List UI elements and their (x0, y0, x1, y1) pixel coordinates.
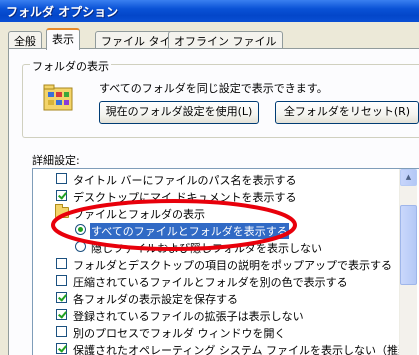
tab-strip: 全般 表示 ファイル タイプ オフライン ファイル (8, 28, 419, 50)
list-item-label: 保護されたオペレーティング システム ファイルを表示しない（推奨） (73, 344, 419, 355)
advanced-settings-label: 詳細設定: (32, 154, 80, 167)
tab-offline-files[interactable]: オフライン ファイル (168, 31, 283, 48)
checkbox[interactable] (56, 173, 67, 184)
checkbox[interactable] (56, 258, 67, 269)
tab-view[interactable]: 表示 (46, 28, 80, 50)
checkbox[interactable] (56, 309, 67, 320)
title-bar[interactable]: フォルダ オプション (0, 0, 419, 22)
window-title: フォルダ オプション (6, 5, 119, 19)
tab-general[interactable]: 全般 (8, 31, 42, 48)
scroll-thumb[interactable] (400, 205, 417, 285)
list-item-label: タイトル バーにファイルのパス名を表示する (73, 174, 297, 187)
checkbox[interactable] (56, 190, 67, 201)
reset-all-folders-button[interactable]: 全フォルダをリセット(R) (275, 101, 419, 124)
checkbox[interactable] (56, 292, 67, 303)
list-item-label: すべてのファイルとフォルダを表示する (90, 223, 289, 239)
scroll-up-arrow-icon[interactable]: ▲ (400, 169, 417, 186)
list-item-label: 圧縮されているファイルとフォルダを別の色で表示する (73, 276, 348, 289)
checkbox[interactable] (56, 343, 67, 354)
list-item-label: フォルダとデスクトップの項目の説明をポップアップで表示する (73, 259, 392, 272)
list-item-label: 別のプロセスでフォルダ ウィンドウを開く (73, 327, 286, 340)
list-item-label: 隠しファイルおよび隠しフォルダを表示しない (91, 242, 322, 255)
checkbox[interactable] (56, 275, 67, 286)
advanced-settings-list[interactable]: タイトル バーにファイルのパス名を表示する デスクトップにマイ ドキュメントを表… (32, 168, 419, 355)
list-item-label: ファイルとフォルダの表示 (73, 208, 205, 221)
list-item-label: 登録されているファイルの拡張子は表示しない (73, 310, 304, 323)
vertical-scrollbar[interactable]: ▲ (399, 169, 417, 355)
list-item-label: 各フォルダの表示設定を保存する (73, 293, 238, 306)
folder-view-group-title: フォルダの表示 (30, 58, 111, 74)
folder-view-icon (43, 84, 73, 111)
radio-button[interactable] (75, 224, 86, 235)
list-item-label: デスクトップにマイ ドキュメントを表示する (73, 191, 297, 204)
checkbox[interactable] (56, 326, 67, 337)
folder-view-description: すべてのフォルダを同じ設定で表示できます。 (99, 82, 328, 95)
apply-to-all-folders-button[interactable]: 現在のフォルダ設定を使用(L) (99, 101, 259, 124)
folder-icon (55, 204, 69, 218)
radio-button[interactable] (75, 241, 86, 252)
